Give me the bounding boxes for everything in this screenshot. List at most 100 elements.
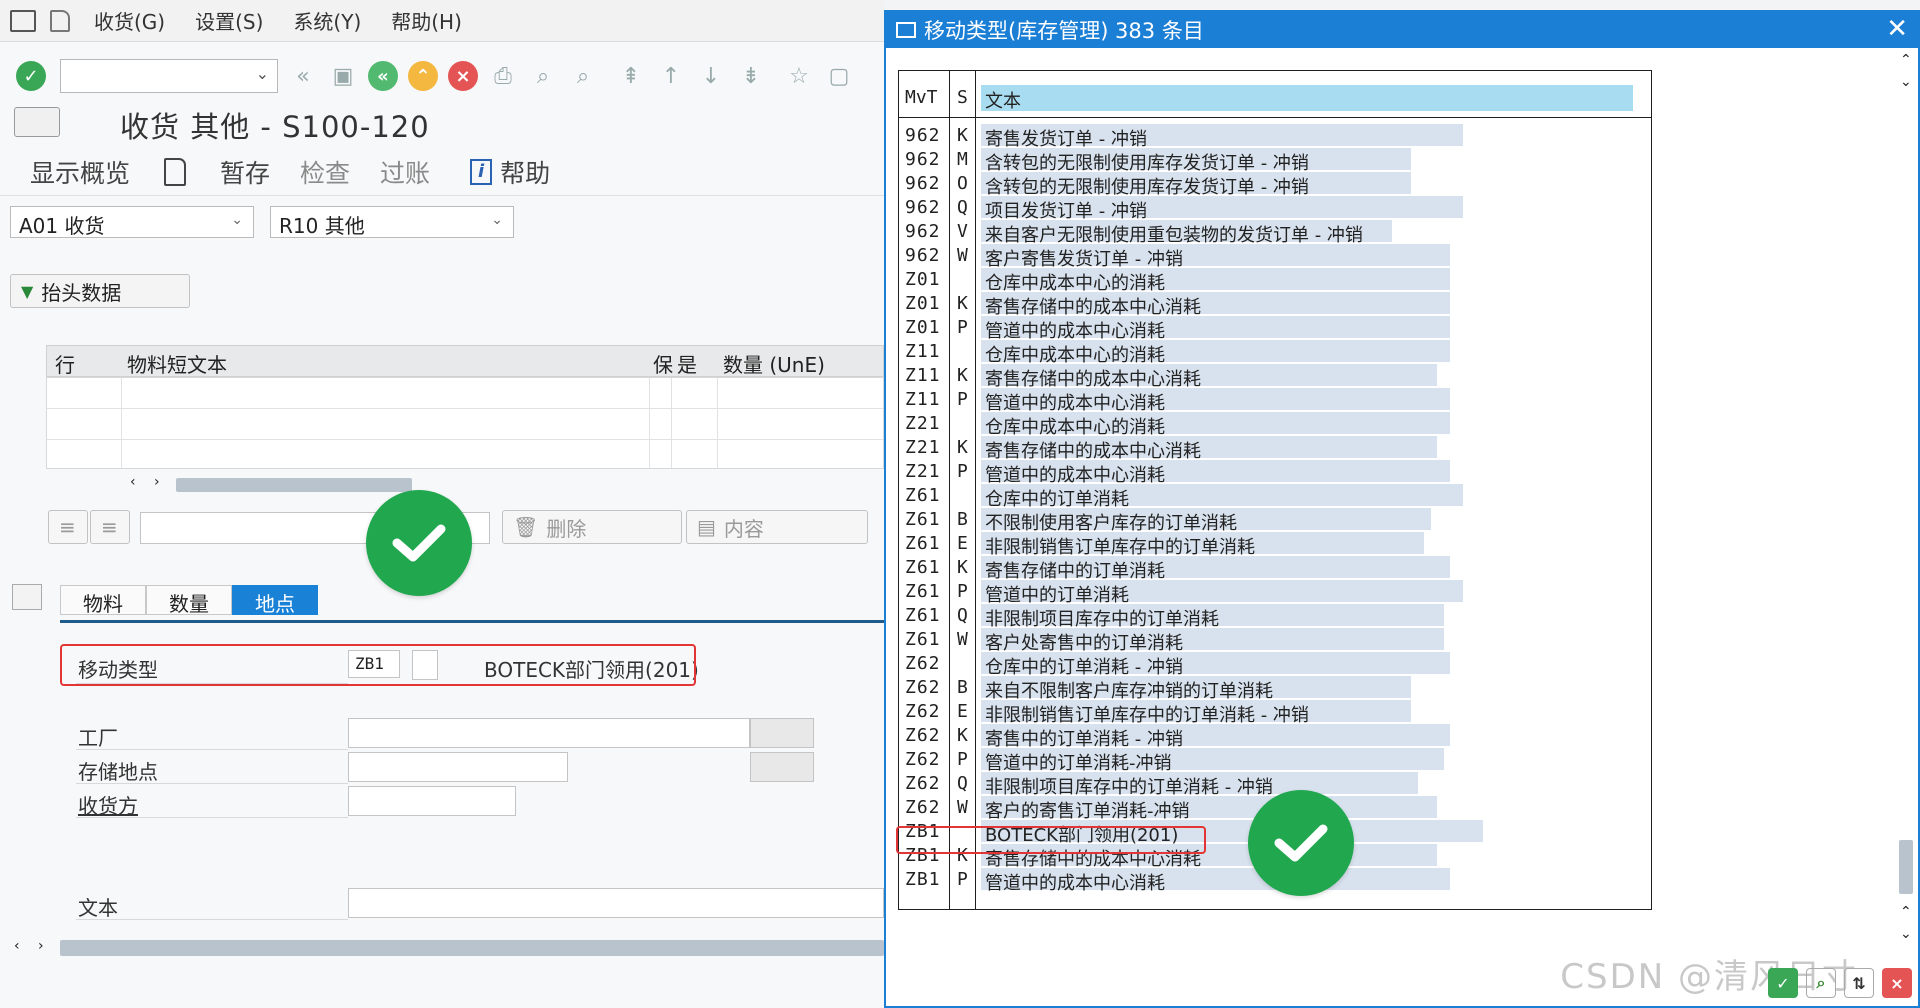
- tab-material[interactable]: 物料: [60, 585, 146, 616]
- column-header-quantity[interactable]: 数量 (UnE): [723, 349, 825, 378]
- close-icon[interactable]: ✕: [1886, 14, 1908, 44]
- first-page-icon[interactable]: ⇞: [616, 61, 646, 91]
- list-item[interactable]: Z61 B 不限制使用客户库存的订单消耗: [899, 507, 1651, 534]
- cancel-icon[interactable]: ×: [1882, 968, 1912, 998]
- info-icon[interactable]: i: [470, 158, 493, 185]
- document-icon[interactable]: [164, 157, 187, 186]
- post-button[interactable]: 过账: [380, 154, 430, 190]
- save-icon[interactable]: ▣: [328, 61, 358, 91]
- recipient-field[interactable]: [348, 786, 516, 816]
- item-grid[interactable]: [46, 377, 884, 469]
- tab-quantity[interactable]: 数量: [146, 585, 232, 616]
- action-select[interactable]: A01 收货 ⌄: [10, 206, 254, 238]
- confirm-icon[interactable]: ✓: [1768, 968, 1798, 998]
- list-item[interactable]: 962 M 含转包的无限制使用库存发货订单 - 冲销: [899, 147, 1651, 174]
- list-item[interactable]: Z61 W 客户处寄售中的订单消耗: [899, 627, 1651, 654]
- find-icon[interactable]: ⌕: [528, 61, 558, 91]
- header-data-button[interactable]: ▼ 抬头数据: [10, 274, 190, 308]
- scroll-up-icon[interactable]: ⌃: [1900, 904, 1912, 920]
- column-header-ok[interactable]: 保: [653, 349, 673, 378]
- chevron-down-icon[interactable]: ⌄: [256, 64, 269, 83]
- list-item[interactable]: Z61 P 管道中的订单消耗: [899, 579, 1651, 606]
- reference-select[interactable]: R10 其他 ⌄: [270, 206, 514, 238]
- popup-vertical-scrollbar[interactable]: ⌃ ⌄ ⌃ ⌄: [1896, 52, 1918, 952]
- cancel-icon[interactable]: ×: [448, 61, 478, 91]
- column-header-line[interactable]: 行: [55, 349, 75, 378]
- list-item[interactable]: Z62 K 寄售中的订单消耗 - 冲销: [899, 723, 1651, 750]
- command-field[interactable]: ⌄: [60, 59, 278, 93]
- shortcut-icon[interactable]: ▢: [824, 61, 854, 91]
- column-header-text[interactable]: 文本: [985, 87, 1021, 113]
- plant-field[interactable]: [348, 718, 750, 748]
- scroll-right-icon[interactable]: ›: [38, 938, 44, 954]
- list-item[interactable]: Z61 E 非限制销售订单库存中的订单消耗: [899, 531, 1651, 558]
- list-item[interactable]: Z01 K 寄售存储中的成本中心消耗: [899, 291, 1651, 318]
- list-item[interactable]: Z62 E 非限制销售订单库存中的订单消耗 - 冲销: [899, 699, 1651, 726]
- scrollbar-thumb[interactable]: [1899, 840, 1913, 894]
- menu-help[interactable]: 帮助(H): [391, 6, 462, 35]
- scroll-down-icon[interactable]: ⌄: [1900, 926, 1912, 942]
- recipient-label[interactable]: 收货方: [78, 790, 138, 819]
- storage-location-field[interactable]: [348, 752, 568, 782]
- list-item[interactable]: Z61 Q 非限制项目库存中的订单消耗: [899, 603, 1651, 630]
- print-icon[interactable]: ⎙: [488, 61, 518, 91]
- list-item[interactable]: 962 V 来自客户无限制使用重包装物的发货订单 - 冲销: [899, 219, 1651, 246]
- display-overview-button[interactable]: 显示概览: [30, 154, 130, 190]
- column-header-s[interactable]: S: [957, 87, 968, 108]
- find-next-icon[interactable]: ⌕: [568, 61, 598, 91]
- help-button[interactable]: 帮助: [500, 154, 550, 190]
- list-item[interactable]: Z21 仓库中成本中心的消耗: [899, 411, 1651, 438]
- tab-where[interactable]: 地点: [232, 585, 318, 616]
- menu-system[interactable]: 系统(Y): [293, 6, 361, 35]
- search-icon[interactable]: ⌕: [1806, 968, 1836, 998]
- select-all-button[interactable]: ≡: [48, 510, 88, 544]
- list-item[interactable]: Z11 P 管道中的成本中心消耗: [899, 387, 1651, 414]
- list-item[interactable]: 962 Q 项目发货订单 - 冲销: [899, 195, 1651, 222]
- previous-page-icon[interactable]: ↑: [656, 61, 686, 91]
- list-item[interactable]: Z01 P 管道中的成本中心消耗: [899, 315, 1651, 342]
- list-item[interactable]: Z11 K 寄售存储中的成本中心消耗: [899, 363, 1651, 390]
- window-menu-icon[interactable]: [10, 9, 36, 32]
- scroll-up-icon[interactable]: ⌃: [1900, 52, 1912, 68]
- list-item[interactable]: Z62 B 来自不限制客户库存冲销的订单消耗: [899, 675, 1651, 702]
- back-icon[interactable]: «: [368, 61, 398, 91]
- next-page-icon[interactable]: ↓: [696, 61, 726, 91]
- last-page-icon[interactable]: ⇟: [736, 61, 766, 91]
- back-arrows-icon[interactable]: «: [288, 61, 318, 91]
- column-header-yes[interactable]: 是: [677, 349, 697, 378]
- check-button[interactable]: 检查: [300, 154, 350, 190]
- list-item[interactable]: 962 K 寄售发货订单 - 冲销: [899, 123, 1651, 150]
- scrollbar-thumb[interactable]: [176, 478, 412, 492]
- scroll-left-icon[interactable]: ‹: [14, 938, 20, 954]
- item-text-field[interactable]: [348, 888, 884, 918]
- delete-button[interactable]: 🗑 删除: [502, 510, 682, 544]
- enter-icon[interactable]: ✓: [16, 61, 46, 91]
- menu-goods-receipt[interactable]: 收货(G): [94, 6, 165, 35]
- list-item[interactable]: Z11 仓库中成本中心的消耗: [899, 339, 1651, 366]
- list-item[interactable]: 962 W 客户寄售发货订单 - 冲销: [899, 243, 1651, 270]
- list-item[interactable]: Z21 K 寄售存储中的成本中心消耗: [899, 435, 1651, 462]
- contents-button[interactable]: ▤ 内容: [686, 510, 868, 544]
- list-item[interactable]: Z61 仓库中的订单消耗: [899, 483, 1651, 510]
- list-item[interactable]: Z62 P 管道中的订单消耗-冲销: [899, 747, 1651, 774]
- menu-settings[interactable]: 设置(S): [195, 6, 263, 35]
- scroll-right-icon[interactable]: ›: [154, 474, 160, 490]
- hold-button[interactable]: 暂存: [220, 154, 270, 190]
- list-item[interactable]: Z61 K 寄售存储中的订单消耗: [899, 555, 1651, 582]
- detail-toggle-icon[interactable]: [12, 584, 42, 610]
- exit-icon[interactable]: ⌃: [408, 61, 438, 91]
- column-header-mvt[interactable]: MvT: [905, 87, 938, 108]
- scrollbar-thumb[interactable]: [60, 940, 884, 956]
- scroll-left-icon[interactable]: ‹: [130, 474, 136, 490]
- column-header-short-text[interactable]: 物料短文本: [127, 349, 227, 378]
- main-horizontal-scrollbar[interactable]: ‹ ›: [0, 938, 884, 960]
- list-item[interactable]: Z62 Q 非限制项目库存中的订单消耗 - 冲销: [899, 771, 1651, 798]
- sort-icon[interactable]: ⇅: [1844, 968, 1874, 998]
- scroll-down-icon[interactable]: ⌄: [1900, 74, 1912, 90]
- deselect-all-button[interactable]: ≡: [90, 510, 130, 544]
- list-item[interactable]: Z62 仓库中的订单消耗 - 冲销: [899, 651, 1651, 678]
- list-item[interactable]: Z01 仓库中成本中心的消耗: [899, 267, 1651, 294]
- list-item[interactable]: 962 O 含转包的无限制使用库存发货订单 - 冲销: [899, 171, 1651, 198]
- personalize-icon[interactable]: [50, 9, 70, 32]
- grid-horizontal-scrollbar[interactable]: ‹ ›: [122, 474, 884, 496]
